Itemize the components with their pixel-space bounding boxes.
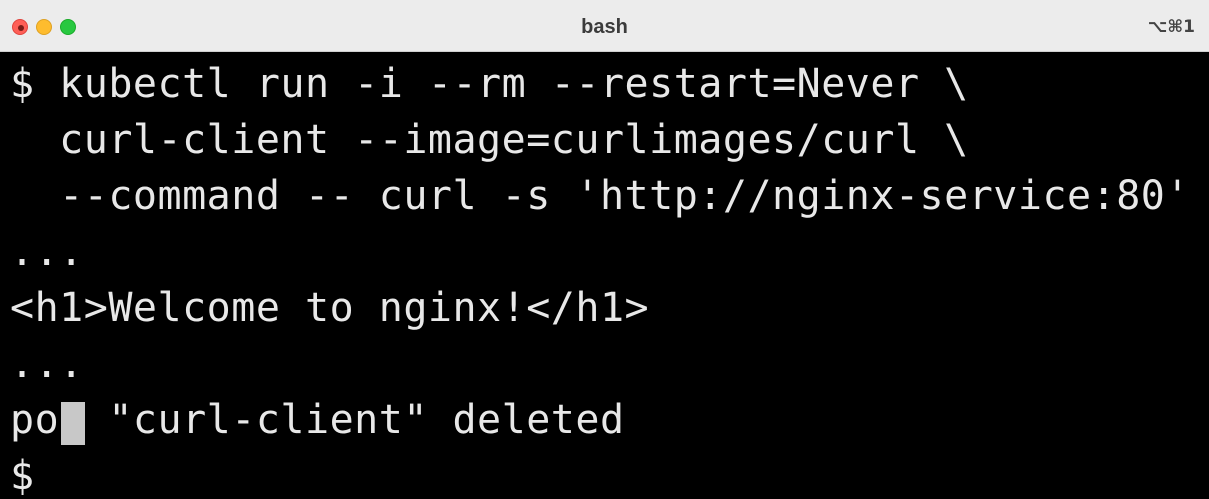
- terminal-output[interactable]: $ kubectl run -i --rm --restart=Never \ …: [0, 52, 1209, 499]
- command-line-1: $ kubectl run -i --rm --restart=Never \: [10, 61, 969, 107]
- output-line-html: <h1>Welcome to nginx!</h1>: [10, 285, 650, 331]
- output-ellipsis-1: ...: [10, 229, 84, 275]
- prompt-line: $: [10, 453, 35, 499]
- window-title: bash: [581, 16, 628, 38]
- output-ellipsis-2: ...: [10, 341, 84, 387]
- title-bar: bash ⌥⌘1: [0, 0, 1209, 52]
- command-line-2: curl-client --image=curlimages/curl \: [10, 117, 969, 163]
- output-line-deleted: pod "curl-client" deleted: [10, 397, 625, 443]
- command-line-3: --command -- curl -s 'http://nginx-servi…: [10, 173, 1190, 219]
- keyboard-shortcut-label: ⌥⌘1: [1147, 17, 1195, 37]
- terminal-window: bash ⌥⌘1 $ kubectl run -i --rm --restart…: [0, 0, 1209, 499]
- text-cursor: [61, 402, 85, 445]
